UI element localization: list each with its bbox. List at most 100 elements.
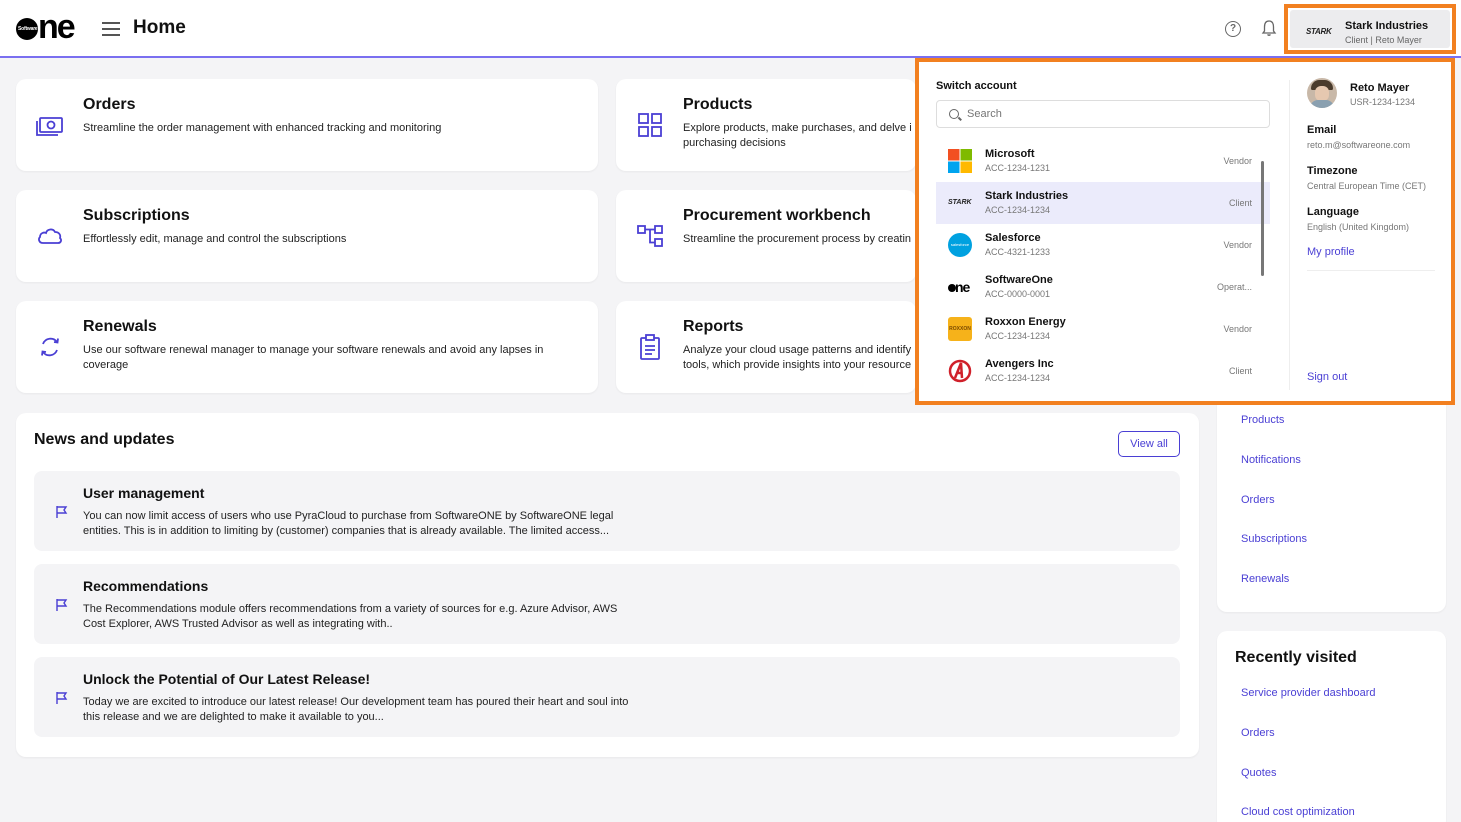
clipboard-icon xyxy=(640,334,660,360)
quick-link-orders[interactable]: Orders xyxy=(1241,494,1275,506)
account-option-name: SoftwareOne xyxy=(985,274,1053,286)
account-search-input[interactable] xyxy=(967,105,1257,123)
card-title: Subscriptions xyxy=(83,207,190,224)
news-title: User management xyxy=(83,485,205,501)
account-option-id: ACC-1234-1234 xyxy=(985,205,1051,215)
softwareone-logo[interactable]: Software ne xyxy=(16,8,78,46)
news-text: Today we are excited to introduce our la… xyxy=(83,696,629,723)
view-all-button[interactable]: View all xyxy=(1118,431,1180,457)
recent-link[interactable]: Quotes xyxy=(1241,767,1276,779)
roxxon-logo-icon: ROXXON xyxy=(948,317,972,341)
news-text: The Recommendations module offers recomm… xyxy=(83,603,618,630)
account-option-roxxon-energy[interactable]: ROXXON Roxxon Energy ACC-1234-1234 Vendo… xyxy=(936,308,1270,350)
sign-out-link[interactable]: Sign out xyxy=(1307,371,1347,383)
account-option-id: ACC-0000-0001 xyxy=(985,289,1051,299)
salesforce-logo-icon: salesforce xyxy=(948,233,972,257)
news-item[interactable]: Unlock the Potential of Our Latest Relea… xyxy=(34,657,1180,737)
dropdown-divider xyxy=(1289,80,1290,390)
avengers-logo-icon xyxy=(948,359,972,383)
card-title: Renewals xyxy=(83,318,157,335)
stark-logo-icon: STARK xyxy=(1306,27,1332,36)
help-icon[interactable]: ? xyxy=(1225,21,1241,37)
stark-logo-icon: STARK xyxy=(948,199,972,206)
profile-id: USR-1234-1234 xyxy=(1350,97,1416,107)
recent-link[interactable]: Cloud cost optimization xyxy=(1241,806,1355,818)
account-option-softwareone[interactable]: ne SoftwareOne ACC-0000-0001 Operat... xyxy=(936,266,1270,308)
account-option-microsoft[interactable]: Microsoft ACC-1234-1231 Vendor xyxy=(936,140,1270,182)
recently-visited-title: Recently visited xyxy=(1235,649,1357,666)
flag-icon xyxy=(56,506,68,518)
quick-link-renewals[interactable]: Renewals xyxy=(1241,573,1289,585)
card-description: Explore products, make purchases, and de… xyxy=(683,122,912,149)
account-option-name: Microsoft xyxy=(985,148,1035,160)
account-option-stark-industries[interactable]: STARK Stark Industries ACC-1234-1234 Cli… xyxy=(936,182,1270,224)
account-subtitle: Client | Reto Mayer xyxy=(1345,35,1422,45)
account-option-avengers-inc[interactable]: Avengers Inc ACC-1234-1234 Client xyxy=(936,350,1270,392)
logo-circle: Software xyxy=(16,18,38,40)
products-card[interactable]: Products Explore products, make purchase… xyxy=(616,79,916,171)
email-label: Email xyxy=(1307,124,1337,136)
quick-link-subscriptions[interactable]: Subscriptions xyxy=(1241,533,1307,545)
account-option-name: Stark Industries xyxy=(985,190,1069,202)
recently-visited-panel: Recently visited Service provider dashbo… xyxy=(1217,631,1446,822)
recent-link[interactable]: Service provider dashboard xyxy=(1241,687,1376,699)
account-name: Stark Industries xyxy=(1345,20,1429,32)
profile-name: Reto Mayer xyxy=(1350,82,1410,94)
workflow-icon xyxy=(637,225,663,247)
recent-link[interactable]: Orders xyxy=(1241,727,1275,739)
quick-links-panel: Products Notifications Orders Subscripti… xyxy=(1217,380,1446,612)
card-description: Streamline the procurement process by cr… xyxy=(683,233,912,245)
switch-account-title: Switch account xyxy=(936,80,1017,92)
subscriptions-card[interactable]: Subscriptions Effortlessly edit, manage … xyxy=(16,190,598,282)
account-option-role: Vendor xyxy=(1223,156,1252,166)
account-option-id: ACC-1234-1234 xyxy=(985,331,1051,341)
refresh-icon xyxy=(41,337,59,357)
email-value: reto.m@softwareone.com xyxy=(1307,140,1411,150)
news-panel: News and updates View all User managemen… xyxy=(16,413,1199,757)
microsoft-logo-icon xyxy=(948,149,972,173)
flag-icon xyxy=(56,599,68,611)
card-description: Streamline the order management with enh… xyxy=(83,122,442,134)
card-title: Orders xyxy=(83,96,136,113)
news-text: You can now limit access of users who us… xyxy=(83,510,614,537)
account-option-id: ACC-1234-1231 xyxy=(985,163,1051,173)
news-item[interactable]: User management You can now limit access… xyxy=(34,471,1180,551)
news-heading: News and updates xyxy=(34,431,175,448)
logo-small-text: Software xyxy=(18,26,38,32)
grid-icon xyxy=(638,113,662,137)
timezone-label: Timezone xyxy=(1307,165,1358,177)
procurement-workbench-card[interactable]: Procurement workbench Streamline the pro… xyxy=(616,190,916,282)
reports-card[interactable]: Reports Analyze your cloud usage pattern… xyxy=(616,301,916,393)
timezone-value: Central European Time (CET) xyxy=(1307,181,1427,191)
account-switcher-button[interactable]: STARK Stark Industries Client | Reto May… xyxy=(1284,4,1456,54)
quick-link-notifications[interactable]: Notifications xyxy=(1241,454,1301,466)
softwareone-logo-text: ne xyxy=(955,279,970,295)
language-value: English (United Kingdom) xyxy=(1307,222,1410,232)
account-option-id: ACC-1234-1234 xyxy=(985,373,1051,383)
card-title: Products xyxy=(683,96,753,113)
quick-link-products[interactable]: Products xyxy=(1241,414,1284,426)
my-profile-link[interactable]: My profile xyxy=(1307,246,1355,258)
cloud-icon xyxy=(38,228,62,244)
news-title: Recommendations xyxy=(83,578,209,594)
account-option-name: Roxxon Energy xyxy=(985,316,1066,328)
account-option-salesforce[interactable]: salesforce Salesforce ACC-4321-1233 Vend… xyxy=(936,224,1270,266)
news-title: Unlock the Potential of Our Latest Relea… xyxy=(83,671,371,687)
profile-divider xyxy=(1307,270,1435,271)
news-item[interactable]: Recommendations The Recommendations modu… xyxy=(34,564,1180,644)
menu-icon[interactable] xyxy=(102,22,120,36)
softwareone-logo-icon: ne xyxy=(948,275,972,299)
account-option-id: ACC-4321-1233 xyxy=(985,247,1051,257)
account-option-role: Vendor xyxy=(1223,240,1252,250)
renewals-card[interactable]: Renewals Use our software renewal manage… xyxy=(16,301,598,393)
avatar xyxy=(1307,78,1337,108)
orders-card[interactable]: Orders Streamline the order management w… xyxy=(16,79,598,171)
card-description: Effortlessly edit, manage and control th… xyxy=(83,233,347,245)
account-option-name: Salesforce xyxy=(985,232,1041,244)
bell-icon[interactable] xyxy=(1261,19,1277,37)
account-search[interactable] xyxy=(936,100,1270,128)
account-option-role: Client xyxy=(1228,198,1252,208)
card-description: Use our software renewal manager to mana… xyxy=(83,344,544,371)
account-list-scrollbar[interactable] xyxy=(1261,161,1264,276)
search-icon xyxy=(949,109,959,119)
